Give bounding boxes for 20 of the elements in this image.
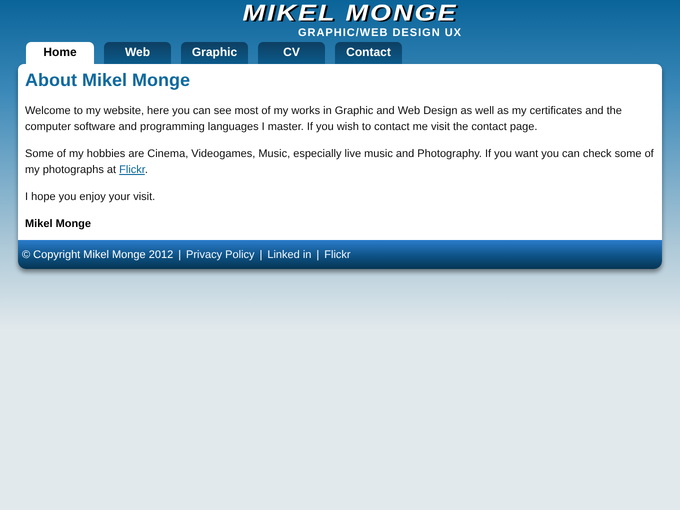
separator: | xyxy=(316,248,320,260)
nav-tab[interactable]: Web xyxy=(104,42,171,64)
signature: Mikel Monge xyxy=(25,217,92,232)
separator: | xyxy=(178,248,182,260)
paragraph: Welcome to my website, here you can see most of my works in Graphic and Web Design as well as my certificates and the computer software and programming languages I master. If you wish to contact me visit the contact page. xyxy=(25,104,623,135)
footer-link[interactable]: Linked in xyxy=(267,248,312,260)
paragraph: I hope you enjoy your visit. xyxy=(25,190,156,205)
nav-tab[interactable]: Home xyxy=(26,42,94,64)
nav-tab[interactable]: Contact xyxy=(335,42,402,64)
separator: | xyxy=(260,248,262,260)
paragraph: Some of my hobbies are Cinema, Videogames, Music, especially live music and Photography. If you want you can check some of my photographs at Flickr. xyxy=(25,147,655,178)
footer-link[interactable]: Flickr xyxy=(324,248,351,260)
nav-tab[interactable]: Graphic xyxy=(181,42,248,64)
page-heading: About Mikel Monge xyxy=(25,70,191,91)
logo-subtitle: GRAPHIC/WEB DESIGN UX xyxy=(298,27,462,39)
copyright-text: © Copyright Mikel Monge 2012 xyxy=(22,248,174,260)
footer-link[interactable]: Privacy Policy xyxy=(186,248,255,260)
logo-title: MIKEL MONGE xyxy=(242,2,458,25)
nav-tab[interactable]: CV xyxy=(258,42,325,64)
flickr-link[interactable]: Flickr xyxy=(119,164,145,176)
